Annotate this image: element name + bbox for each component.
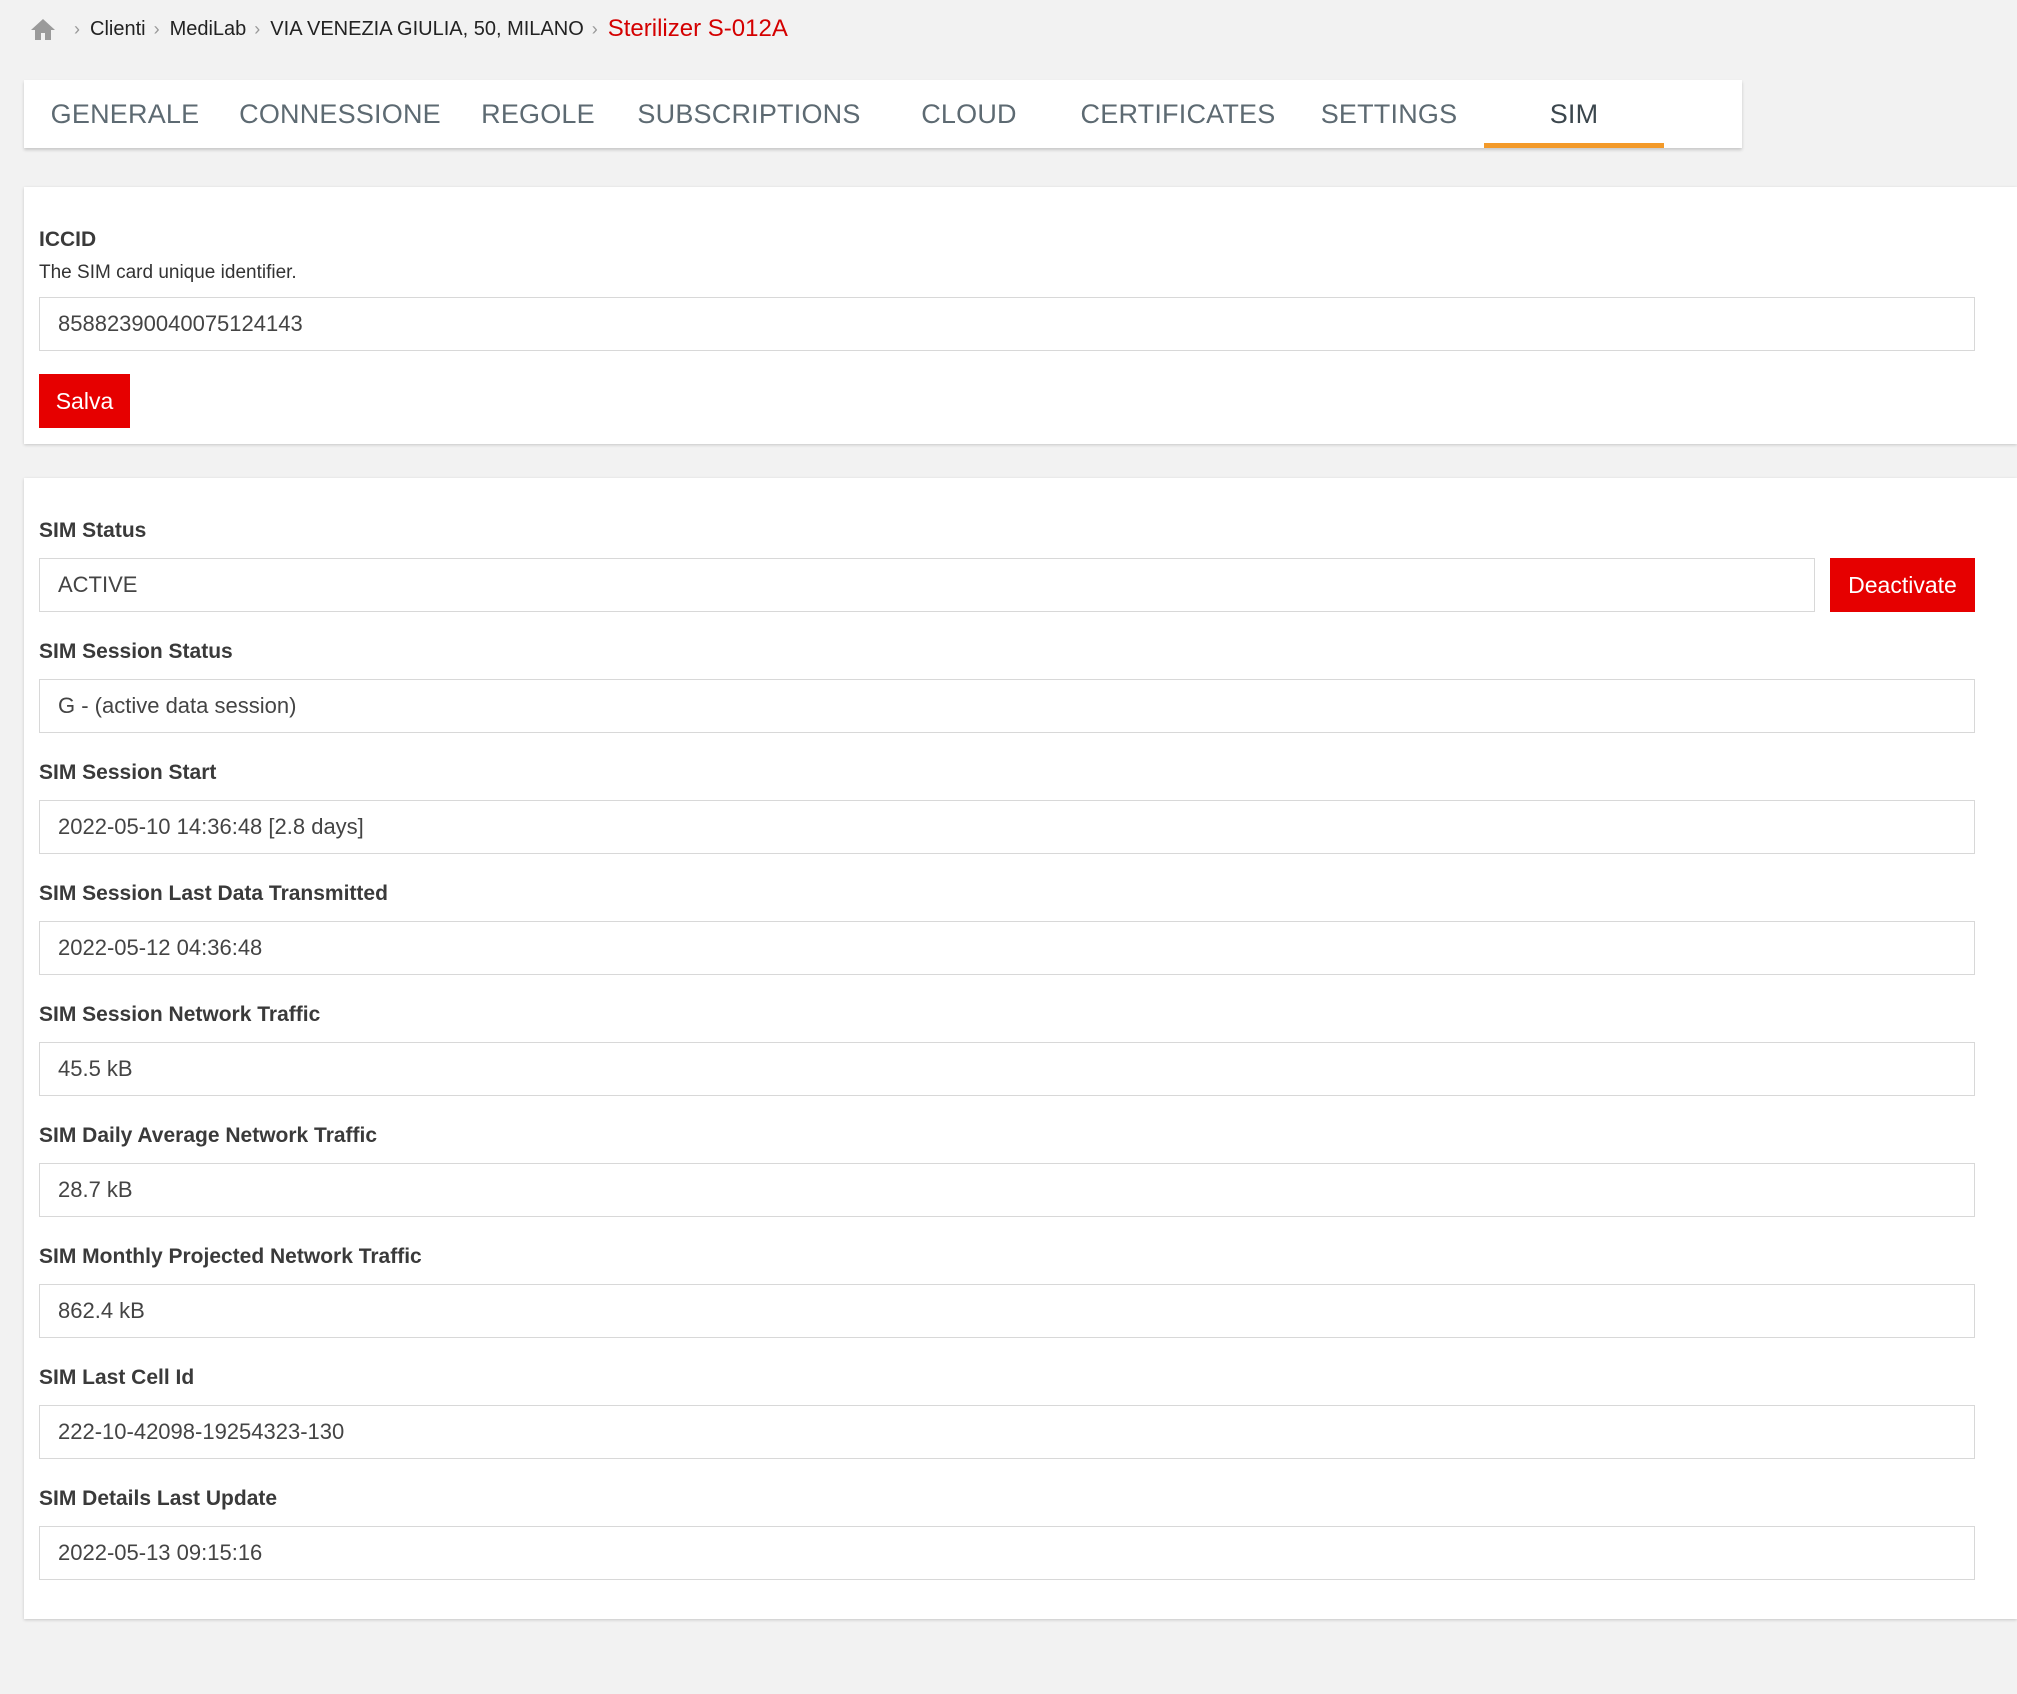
tab-generale[interactable]: GENERALE (24, 80, 226, 148)
save-button[interactable]: Salva (39, 374, 130, 428)
tab-cloud[interactable]: CLOUD (876, 80, 1062, 148)
iccid-label: ICCID (39, 228, 97, 251)
sim-session-traffic-label: SIM Session Network Traffic (39, 1003, 321, 1026)
sim-monthly-traffic-label: SIM Monthly Projected Network Traffic (39, 1245, 422, 1268)
sim-status-field[interactable]: ACTIVE (39, 558, 1815, 612)
home-icon[interactable] (30, 17, 56, 41)
tab-bar: GENERALE CONNESSIONE REGOLE SUBSCRIPTION… (24, 80, 1742, 148)
sim-daily-traffic-label: SIM Daily Average Network Traffic (39, 1124, 378, 1147)
sim-last-update-field[interactable]: 2022-05-13 09:15:16 (39, 1526, 1975, 1580)
sim-daily-traffic-field[interactable]: 28.7 kB (39, 1163, 1975, 1217)
deactivate-button[interactable]: Deactivate (1830, 558, 1975, 612)
breadcrumb: › Clienti › MediLab › VIA VENEZIA GIULIA… (30, 12, 788, 46)
iccid-panel: ICCID The SIM card unique identifier. 85… (24, 187, 2017, 444)
tab-regole[interactable]: REGOLE (454, 80, 622, 148)
chevron-right-icon: › (591, 18, 598, 39)
tab-settings[interactable]: SETTINGS (1294, 80, 1484, 148)
breadcrumb-current-device: Sterilizer S-012A (607, 15, 788, 42)
iccid-description: The SIM card unique identifier. (39, 262, 297, 283)
chevron-right-icon: › (74, 18, 80, 39)
sim-last-data-field[interactable]: 2022-05-12 04:36:48 (39, 921, 1975, 975)
sim-last-update-label: SIM Details Last Update (39, 1487, 278, 1510)
chevron-right-icon: › (254, 18, 261, 39)
sim-monthly-traffic-field[interactable]: 862.4 kB (39, 1284, 1975, 1338)
chevron-right-icon: › (153, 18, 160, 39)
sim-session-start-label: SIM Session Start (39, 761, 217, 784)
breadcrumb-item-address[interactable]: VIA VENEZIA GIULIA, 50, MILANO (270, 18, 583, 41)
sim-session-start-field[interactable]: 2022-05-10 14:36:48 [2.8 days] (39, 800, 1975, 854)
tab-certificates[interactable]: CERTIFICATES (1062, 80, 1294, 148)
breadcrumb-item-client[interactable]: MediLab (170, 18, 247, 41)
sim-session-status-label: SIM Session Status (39, 640, 233, 663)
sim-last-cell-field[interactable]: 222-10-42098-19254323-130 (39, 1405, 1975, 1459)
breadcrumb-item-clienti[interactable]: Clienti (90, 18, 146, 41)
sim-session-traffic-field[interactable]: 45.5 kB (39, 1042, 1975, 1096)
tab-subscriptions[interactable]: SUBSCRIPTIONS (622, 80, 876, 148)
sim-last-cell-label: SIM Last Cell Id (39, 1366, 195, 1389)
tab-connessione[interactable]: CONNESSIONE (226, 80, 454, 148)
sim-session-status-field[interactable]: G - (active data session) (39, 679, 1975, 733)
sim-status-label: SIM Status (39, 519, 147, 542)
sim-details-panel: SIM Status ACTIVE Deactivate SIM Session… (24, 478, 2017, 1619)
iccid-input[interactable]: 85882390040075124143 (39, 297, 1975, 351)
tab-sim[interactable]: SIM (1484, 80, 1664, 148)
sim-last-data-label: SIM Session Last Data Transmitted (39, 882, 388, 905)
